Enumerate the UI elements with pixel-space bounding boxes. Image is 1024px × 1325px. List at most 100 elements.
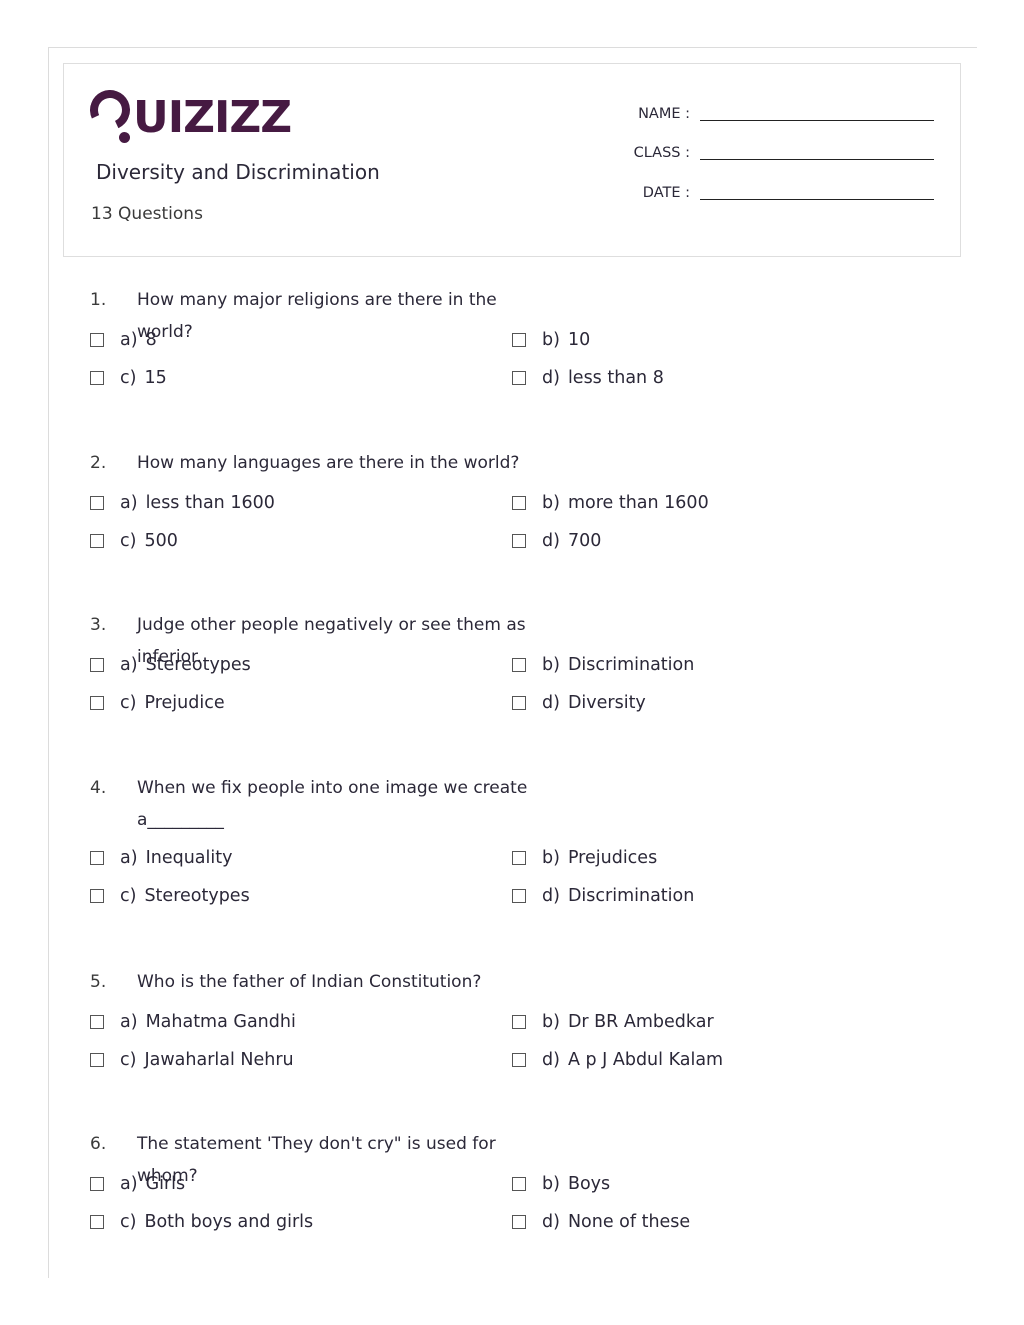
option-letter: d): [542, 885, 560, 906]
date-field[interactable]: DATE :: [610, 185, 934, 201]
worksheet-title: Diversity and Discrimination: [96, 160, 380, 184]
option-text: 15: [144, 367, 167, 388]
answer-option[interactable]: a) Mahatma Gandhi: [90, 1012, 296, 1032]
checkbox-icon[interactable]: [512, 496, 526, 510]
name-label: NAME :: [638, 106, 690, 122]
checkbox-icon[interactable]: [512, 1177, 526, 1191]
option-text: A p J Abdul Kalam: [567, 1049, 724, 1070]
name-field[interactable]: NAME :: [610, 106, 934, 122]
option-letter: c): [120, 885, 137, 906]
option-letter: a): [120, 1012, 138, 1032]
answer-option[interactable]: c) Prejudice: [90, 693, 225, 713]
option-letter: c): [120, 692, 137, 713]
option-text: less than 1600: [145, 493, 275, 513]
checkbox-icon[interactable]: [512, 888, 526, 903]
date-line[interactable]: [700, 199, 934, 200]
option-text: more than 1600: [567, 493, 709, 513]
option-letter: c): [120, 1211, 137, 1232]
checkbox-icon[interactable]: [90, 1052, 104, 1067]
checkbox-icon[interactable]: [512, 695, 526, 710]
option-letter: b): [542, 848, 560, 868]
answer-option[interactable]: c) Both boys and girls: [90, 1212, 313, 1232]
answer-option[interactable]: a) Inequality: [90, 848, 232, 868]
checkbox-icon[interactable]: [512, 1052, 526, 1067]
option-text: 10: [567, 330, 591, 350]
option-text: Both boys and girls: [144, 1211, 314, 1232]
answer-option[interactable]: d) Discrimination: [512, 886, 694, 906]
answer-option[interactable]: c) Jawaharlal Nehru: [90, 1050, 294, 1070]
option-letter: b): [542, 1174, 560, 1194]
checkbox-icon[interactable]: [512, 370, 526, 385]
option-text: Prejudice: [144, 692, 225, 713]
option-letter: d): [542, 692, 560, 713]
quizizz-logo: UIZIZZ: [84, 84, 292, 143]
question-text: How many major religions are there in th…: [137, 290, 497, 342]
option-text: None of these: [567, 1211, 691, 1232]
option-text: Jawaharlal Nehru: [144, 1049, 294, 1070]
option-text: less than 8: [567, 367, 664, 388]
checkbox-icon[interactable]: [90, 888, 104, 903]
answer-option[interactable]: d) None of these: [512, 1212, 690, 1232]
answer-option[interactable]: b) Prejudices: [512, 848, 657, 868]
answer-option[interactable]: d) 700: [512, 531, 601, 551]
option-text: Discrimination: [567, 885, 695, 906]
question-number: 3.: [90, 615, 107, 635]
question-text: How many languages are there in the worl…: [137, 453, 520, 473]
answer-option[interactable]: a) Stereotypes: [90, 655, 251, 675]
answer-option[interactable]: d) A p J Abdul Kalam: [512, 1050, 723, 1070]
checkbox-icon[interactable]: [90, 658, 104, 672]
question-number: 4.: [90, 778, 107, 798]
option-text: Discrimination: [567, 655, 695, 675]
checkbox-icon[interactable]: [512, 658, 526, 672]
answer-option[interactable]: b) Boys: [512, 1174, 610, 1194]
checkbox-icon[interactable]: [90, 496, 104, 510]
checkbox-icon[interactable]: [90, 695, 104, 710]
option-text: 8: [145, 330, 157, 350]
answer-option[interactable]: c) 500: [90, 531, 178, 551]
option-text: Prejudices: [567, 848, 658, 868]
class-line[interactable]: [700, 159, 934, 160]
checkbox-icon[interactable]: [90, 333, 104, 347]
checkbox-icon[interactable]: [512, 533, 526, 548]
answer-option[interactable]: b) Dr BR Ambedkar: [512, 1012, 714, 1032]
answer-option[interactable]: a) 8: [90, 330, 157, 350]
option-text: 700: [567, 530, 602, 551]
answer-option[interactable]: d) less than 8: [512, 368, 664, 388]
option-text: Inequality: [145, 848, 233, 868]
answer-option[interactable]: c) Stereotypes: [90, 886, 250, 906]
answer-option[interactable]: b) more than 1600: [512, 493, 709, 513]
option-text: Dr BR Ambedkar: [567, 1012, 714, 1032]
option-text: Diversity: [567, 692, 646, 713]
checkbox-icon[interactable]: [90, 533, 104, 548]
answer-option[interactable]: b) Discrimination: [512, 655, 694, 675]
checkbox-icon[interactable]: [90, 851, 104, 865]
checkbox-icon[interactable]: [90, 1214, 104, 1229]
answer-option[interactable]: d) Diversity: [512, 693, 646, 713]
question-number: 2.: [90, 453, 107, 473]
answer-option[interactable]: b) 10: [512, 330, 590, 350]
option-letter: b): [542, 330, 560, 350]
option-letter: d): [542, 367, 560, 388]
checkbox-icon[interactable]: [512, 1015, 526, 1029]
class-label: CLASS :: [633, 145, 690, 161]
checkbox-icon[interactable]: [512, 851, 526, 865]
name-line[interactable]: [700, 120, 934, 121]
option-letter: a): [120, 848, 138, 868]
checkbox-icon[interactable]: [512, 1214, 526, 1229]
class-field[interactable]: CLASS :: [610, 145, 934, 161]
option-text: Stereotypes: [144, 885, 250, 906]
checkbox-icon[interactable]: [90, 1015, 104, 1029]
checkbox-icon[interactable]: [512, 333, 526, 347]
question-text: The statement 'They don't cry" is used f…: [137, 1134, 496, 1186]
checkbox-icon[interactable]: [90, 370, 104, 385]
checkbox-icon[interactable]: [90, 1177, 104, 1191]
option-text: Stereotypes: [145, 655, 251, 675]
option-letter: d): [542, 530, 560, 551]
answer-option[interactable]: a) Girls: [90, 1174, 185, 1194]
option-letter: b): [542, 655, 560, 675]
option-text: 500: [144, 530, 178, 551]
answer-option[interactable]: c) 15: [90, 368, 167, 388]
option-letter: a): [120, 1174, 138, 1194]
option-letter: a): [120, 493, 138, 513]
answer-option[interactable]: a) less than 1600: [90, 493, 275, 513]
